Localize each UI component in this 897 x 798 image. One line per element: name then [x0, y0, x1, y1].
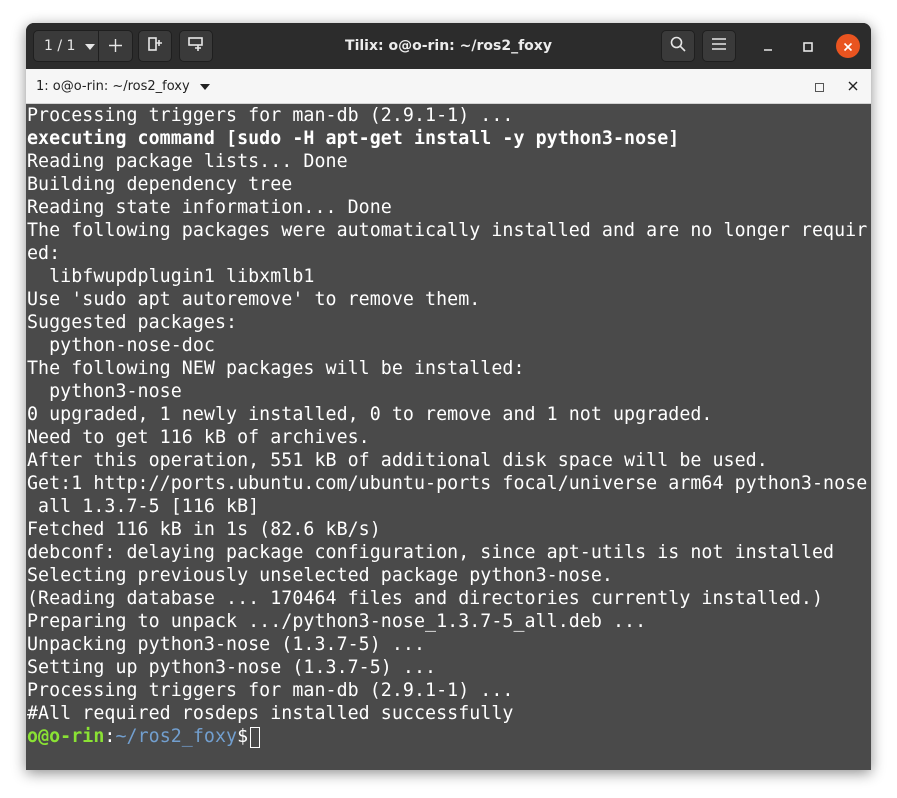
- session-switcher-button[interactable]: 1 / 1: [33, 30, 99, 62]
- terminal-tab-label: 1: o@o-rin: ~/ros2_foxy: [36, 79, 190, 94]
- search-button[interactable]: [661, 30, 695, 62]
- terminal-line: The following NEW packages will be insta…: [27, 358, 525, 379]
- terminal-line: Get:1 http://ports.ubuntu.com/ubuntu-por…: [27, 473, 868, 494]
- terminal-line: python-nose-doc: [27, 335, 215, 356]
- terminal-line: python3-nose: [27, 381, 182, 402]
- terminal-line: debconf: delaying package configuration,…: [27, 542, 835, 563]
- terminal-line: Building dependency tree: [27, 174, 293, 195]
- add-terminal-right-icon: [148, 37, 162, 55]
- terminal-line: Use 'sudo apt autoremove' to remove them…: [27, 289, 481, 310]
- new-session-button[interactable]: [99, 30, 133, 62]
- prompt-path: ~/ros2_foxy: [115, 726, 238, 747]
- text-cursor: [250, 726, 261, 748]
- terminal-line: libfwupdplugin1 libxmlb1: [27, 266, 315, 287]
- terminal-tab[interactable]: 1: o@o-rin: ~/ros2_foxy: [36, 69, 210, 104]
- minimize-button[interactable]: [756, 34, 780, 58]
- terminal-output[interactable]: Processing triggers for man-db (2.9.1-1)…: [26, 104, 871, 770]
- terminal-close-button[interactable]: [844, 77, 862, 95]
- terminal-line: executing command [sudo -H apt-get insta…: [27, 128, 680, 149]
- chevron-down-icon: [85, 38, 96, 54]
- terminal-line: Need to get 116 kB of archives.: [27, 427, 370, 448]
- session-counter: 1 / 1: [44, 38, 76, 54]
- terminal-prompt-line[interactable]: o@o-rin:~/ros2_foxy$: [27, 725, 261, 748]
- close-icon: [843, 37, 853, 56]
- minimize-icon: [763, 37, 773, 56]
- terminal-maximize-button[interactable]: [810, 77, 828, 95]
- terminal-line: Reading package lists... Done: [27, 151, 348, 172]
- window-title: Tilix: o@o-rin: ~/ros2_foxy: [345, 38, 552, 54]
- terminal-line: The following packages were automaticall…: [27, 220, 868, 241]
- maximize-button[interactable]: [796, 34, 820, 58]
- search-icon: [670, 36, 686, 56]
- maximize-icon: [814, 77, 824, 96]
- terminal-line: Fetched 116 kB in 1s (82.6 kB/s): [27, 519, 381, 540]
- terminal-line: Processing triggers for man-db (2.9.1-1)…: [27, 105, 514, 126]
- terminal-tab-bar: 1: o@o-rin: ~/ros2_foxy: [26, 69, 871, 104]
- chevron-down-icon[interactable]: [199, 79, 210, 94]
- terminal-line: Preparing to unpack .../python3-nose_1.3…: [27, 611, 647, 632]
- terminal-line: Processing triggers for man-db (2.9.1-1)…: [27, 680, 514, 701]
- terminal-line: Selecting previously unselected package …: [27, 565, 613, 586]
- terminal-line: Reading state information... Done: [27, 197, 392, 218]
- header-bar: 1 / 1 Tilix: o@o-rin: ~/ros2_foxy: [26, 23, 871, 69]
- terminal-window: 1 / 1 Tilix: o@o-rin: ~/ros2_foxy 1: o@o…: [26, 23, 871, 770]
- terminal-line: Setting up python3-nose (1.3.7-5) ...: [27, 657, 437, 678]
- terminal-line: Suggested packages:: [27, 312, 238, 333]
- add-terminal-down-icon: [188, 37, 204, 55]
- terminal-line: ed:: [27, 243, 61, 264]
- hamburger-menu-icon: [712, 38, 726, 54]
- terminal-line: Unpacking python3-nose (1.3.7-5) ...: [27, 634, 426, 655]
- terminal-line: #All required rosdeps installed successf…: [27, 703, 514, 724]
- add-terminal-down-button[interactable]: [179, 30, 213, 62]
- prompt-user-host: o@o-rin: [27, 726, 105, 747]
- add-terminal-right-button[interactable]: [138, 30, 172, 62]
- close-icon: [848, 77, 858, 95]
- close-window-button[interactable]: [836, 34, 860, 58]
- terminal-line: (Reading database ... 170464 files and d…: [27, 588, 824, 609]
- terminal-line: After this operation, 551 kB of addition…: [27, 450, 768, 471]
- plus-icon: [109, 35, 122, 57]
- menu-button[interactable]: [702, 30, 736, 62]
- terminal-line: all 1.3.7-5 [116 kB]: [27, 496, 260, 517]
- prompt-separator: :: [104, 726, 116, 747]
- terminal-line: 0 upgraded, 1 newly installed, 0 to remo…: [27, 404, 713, 425]
- prompt-symbol: $: [237, 726, 249, 747]
- maximize-icon: [803, 37, 813, 56]
